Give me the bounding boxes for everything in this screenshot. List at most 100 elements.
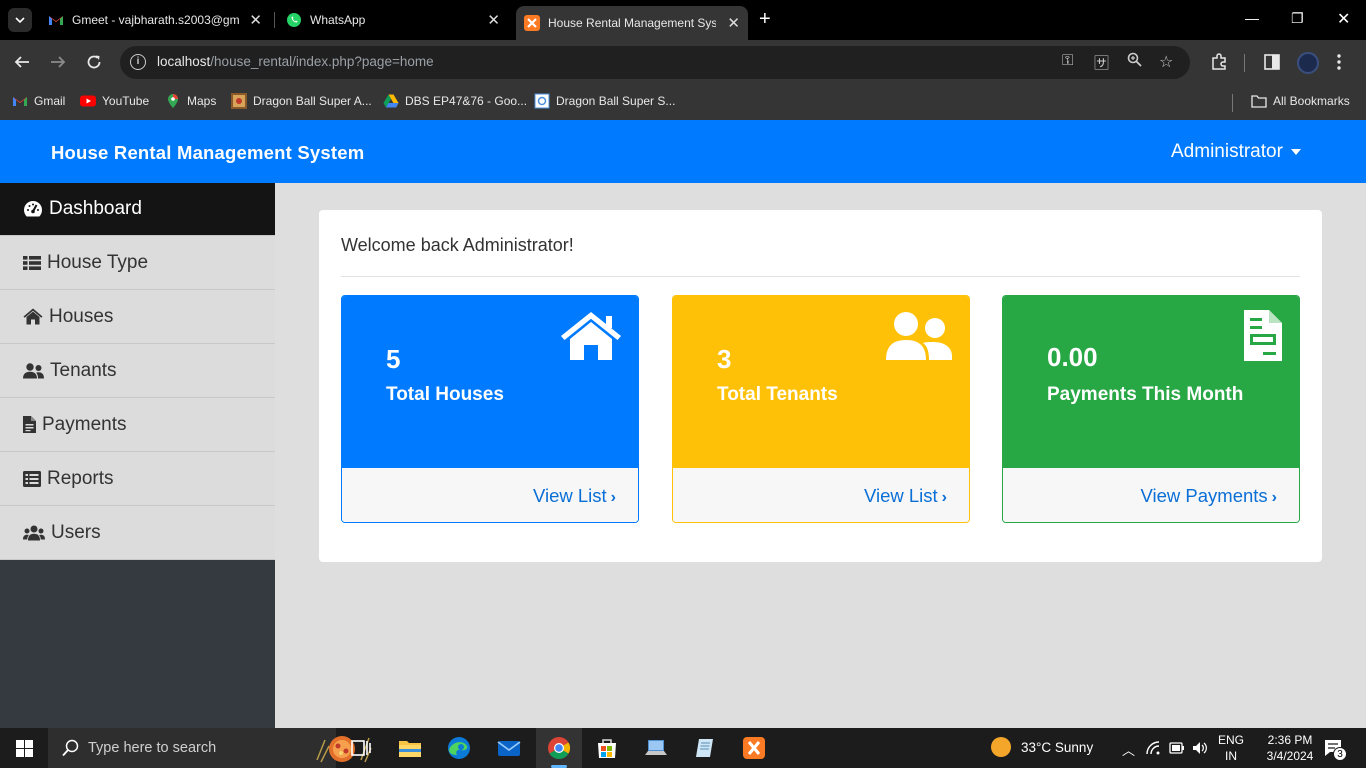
bookmarks-bar: Gmail YouTube Maps Dragon Ball Super A..… [0, 85, 1366, 120]
stat-value: 3 [717, 344, 732, 374]
view-list-link[interactable]: View List › [864, 485, 947, 507]
sidebar-item-houses[interactable]: Houses [0, 290, 275, 344]
clock[interactable]: 2:36 PM 3/4/2024 [1254, 732, 1326, 764]
mail-icon[interactable] [497, 736, 521, 760]
bookmark-dragon-ball-super-a[interactable]: Dragon Ball Super A... [231, 93, 372, 109]
close-icon[interactable]: ✕ [487, 11, 500, 29]
minimize-icon[interactable]: — [1245, 10, 1259, 26]
bookmark-dragon-ball-super-s[interactable]: Dragon Ball Super S... [534, 93, 675, 109]
weather-text[interactable]: 33°C Sunny [1021, 740, 1093, 755]
user-dropdown[interactable]: Administrator [1171, 141, 1301, 163]
stat-card-body: 0.00 Payments This Month [1003, 296, 1299, 468]
stat-card-body: 3 Total Tenants [673, 296, 969, 468]
taskbar-chrome-button[interactable] [536, 728, 582, 768]
bookmark-maps[interactable]: Maps [165, 93, 216, 109]
clock-date: 3/4/2024 [1266, 749, 1314, 763]
weather-sun-icon[interactable] [991, 737, 1011, 757]
chevron-right-icon: › [1271, 489, 1277, 506]
stat-card-footer: View Payments › [1003, 468, 1299, 522]
new-tab-plus-icon[interactable]: + [759, 9, 771, 29]
sidebar-item-users[interactable]: Users [0, 506, 275, 560]
browser-tab-whatsapp[interactable]: WhatsApp ✕ [286, 7, 508, 33]
welcome-message: Welcome back Administrator! [341, 235, 574, 255]
users-icon [23, 362, 44, 378]
xampp-icon[interactable] [742, 736, 766, 760]
bookmark-label: YouTube [102, 94, 150, 108]
extensions-puzzle-icon[interactable] [1210, 53, 1228, 71]
link-label: View List [863, 485, 938, 506]
app-title: House Rental Management System [51, 142, 365, 163]
view-list-link[interactable]: View List › [533, 485, 616, 507]
all-bookmarks-button[interactable]: All Bookmarks [1251, 93, 1350, 109]
bookmarks-divider [1232, 94, 1233, 112]
zoom-icon[interactable] [1127, 52, 1142, 71]
battery-icon[interactable] [1169, 742, 1185, 754]
tab-title: House Rental Management System [548, 16, 716, 30]
edge-browser-icon[interactable] [447, 736, 471, 760]
bookmark-label: Dragon Ball Super S... [556, 94, 676, 108]
search-placeholder: Type here to search [88, 740, 217, 756]
show-hidden-icons-chevron-icon[interactable]: ︿ [1122, 740, 1135, 759]
windows-start-icon[interactable] [16, 740, 33, 757]
sidebar-item-dashboard[interactable]: Dashboard [0, 183, 275, 236]
whatsapp-icon [287, 13, 301, 27]
translate-icon[interactable]: 🈂 [1094, 52, 1109, 73]
sidebar-item-label: Dashboard [49, 198, 142, 219]
file-invoice-icon [23, 416, 36, 433]
sidebar-item-house-type[interactable]: House Type [0, 236, 275, 290]
drive-icon [383, 94, 399, 108]
kebab-menu-icon[interactable] [1337, 54, 1341, 70]
stat-label: Payments This Month [1047, 384, 1244, 405]
close-icon[interactable]: ✕ [727, 14, 740, 32]
chrome-icon [548, 737, 570, 759]
browser-tab-gmeet[interactable]: Gmeet - vajbharath.s2003@gmail.com ✕ [48, 7, 270, 33]
notification-center-button[interactable]: 3 [1324, 739, 1347, 762]
stat-value: 5 [386, 344, 401, 374]
sidebar-item-payments[interactable]: Payments [0, 398, 275, 452]
back-arrow-icon[interactable] [14, 54, 30, 70]
star-bookmark-icon[interactable]: ☆ [1159, 52, 1173, 72]
url-text[interactable]: localhost/house_rental/index.php?page=ho… [157, 54, 434, 69]
taskbar-search-box[interactable]: Type here to search [48, 728, 372, 768]
close-icon[interactable]: ✕ [249, 11, 262, 29]
tab-divider [274, 12, 275, 28]
sidebar-item-reports[interactable]: Reports [0, 452, 275, 506]
tab-title: Gmeet - vajbharath.s2003@gmail.com [72, 13, 240, 27]
toolbar-divider [1244, 54, 1245, 72]
bookmark-gmail[interactable]: Gmail [12, 93, 65, 109]
page-favicon [534, 93, 550, 109]
task-view-icon[interactable] [349, 736, 373, 760]
forward-arrow-icon[interactable] [50, 54, 66, 70]
laptop-app-icon[interactable] [644, 736, 668, 760]
profile-avatar[interactable] [1297, 52, 1319, 74]
tachometer-icon [24, 201, 42, 217]
notepad-app-icon[interactable] [693, 736, 717, 760]
folder-icon [1251, 95, 1267, 108]
tab-search-button[interactable] [8, 8, 32, 32]
volume-icon[interactable] [1192, 741, 1208, 755]
microsoft-store-icon[interactable] [595, 736, 619, 760]
key-icon[interactable]: ⚿ [1062, 52, 1073, 69]
bookmark-youtube[interactable]: YouTube [80, 93, 149, 109]
divider [341, 276, 1300, 277]
maps-icon [168, 94, 178, 108]
restore-icon[interactable]: ❐ [1291, 10, 1304, 27]
stat-card-body: 5 Total Houses [342, 296, 638, 468]
address-bar[interactable]: i localhost/house_rental/index.php?page=… [120, 46, 1190, 79]
bookmark-dbs-ep[interactable]: DBS EP47&76 - Goo... [383, 93, 527, 109]
stat-card-total-tenants: 3 Total Tenants View List › [672, 295, 970, 523]
browser-tab-house-rental[interactable]: House Rental Management System ✕ [516, 6, 748, 40]
users-group-icon [23, 525, 45, 540]
language-indicator[interactable]: ENG IN [1216, 732, 1246, 764]
file-explorer-icon[interactable] [398, 736, 422, 760]
sidebar-item-tenants[interactable]: Tenants [0, 344, 275, 398]
wifi-icon[interactable] [1146, 741, 1162, 755]
home-icon [561, 312, 621, 360]
view-payments-link[interactable]: View Payments › [1141, 485, 1278, 507]
close-window-icon[interactable]: ✕ [1337, 9, 1350, 29]
gmail-icon [13, 97, 27, 106]
site-info-icon[interactable]: i [130, 54, 146, 70]
notification-count-badge: 3 [1333, 747, 1347, 761]
side-panel-icon[interactable] [1264, 54, 1280, 70]
reload-icon[interactable] [86, 54, 102, 70]
